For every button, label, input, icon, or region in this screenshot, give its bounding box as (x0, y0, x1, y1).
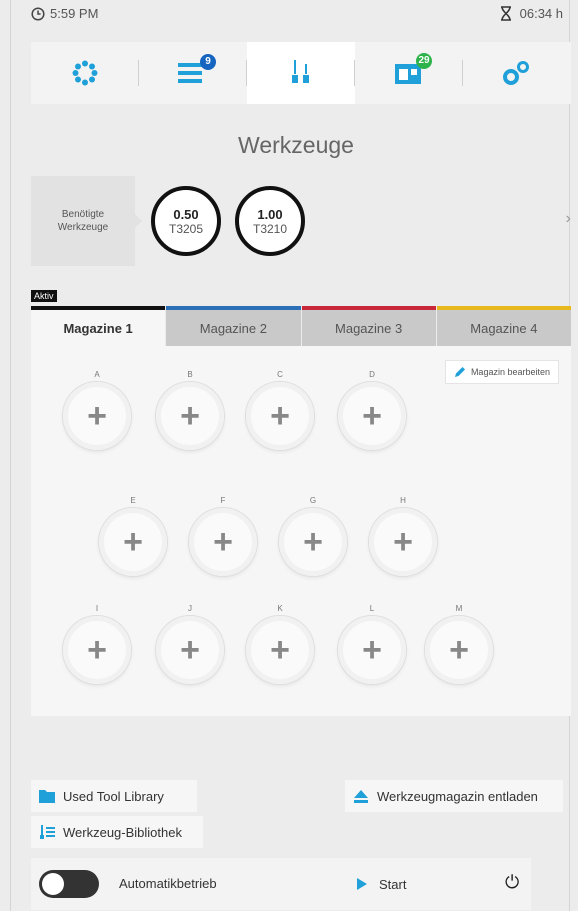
add-tool-button[interactable]: + (189, 508, 257, 576)
magazine-slot-g[interactable]: G + (279, 496, 347, 576)
tool-diameter: 1.00 (257, 206, 283, 222)
magazine-slot-e[interactable]: E + (99, 496, 167, 576)
tab-magazine-3[interactable]: Magazine 3 (301, 306, 436, 346)
power-icon[interactable]: ⏻ (505, 872, 519, 893)
add-tool-button[interactable]: + (338, 616, 406, 684)
used-tool-library-button[interactable]: Used Tool Library (31, 780, 197, 812)
needed-tools-strip: Benötigte Werkzeuge 0.50 T3205 1.00 T321… (31, 176, 571, 266)
tab-magazine-2[interactable]: Magazine 2 (166, 306, 301, 346)
add-tool-button[interactable]: + (279, 508, 347, 576)
magazine-slot-b[interactable]: B + (156, 370, 224, 450)
app-frame: 5:59 PM 06:34 h 9 29 Werkzeuge Benötigte… (10, 0, 571, 911)
gears-icon (503, 61, 529, 85)
auto-mode-toggle[interactable] (39, 870, 99, 898)
tools-icon (292, 60, 309, 83)
nav-tab-magazine[interactable]: 29 (355, 42, 463, 104)
magazine-slot-j[interactable]: J + (156, 604, 224, 684)
magazine-slot-h[interactable]: H + (369, 496, 437, 576)
remaining-time: 06:34 h (519, 6, 563, 21)
hourglass-icon (500, 6, 511, 21)
chevron-right-icon[interactable]: › (566, 210, 571, 228)
magazine-count-badge: 29 (416, 53, 432, 69)
eject-icon (354, 790, 368, 803)
tool-diameter: 0.50 (173, 206, 199, 222)
tool-id: T3210 (252, 221, 288, 236)
add-tool-button[interactable]: + (369, 508, 437, 576)
folder-icon (39, 790, 55, 803)
nav-tab-settings[interactable] (463, 42, 571, 104)
jobs-count-badge: 9 (200, 54, 216, 70)
magazine-slot-f[interactable]: F + (189, 496, 257, 576)
magazine-slot-i[interactable]: I + (63, 604, 131, 684)
magazine-slot-d[interactable]: D + (338, 370, 406, 450)
needed-tool-1[interactable]: 0.50 T3205 (151, 186, 221, 256)
magazine-slot-c[interactable]: C + (246, 370, 314, 450)
add-tool-button[interactable]: + (338, 382, 406, 450)
auto-mode-label: Automatikbetrieb (119, 876, 217, 891)
add-tool-button[interactable]: + (246, 616, 314, 684)
add-tool-button[interactable]: + (425, 616, 493, 684)
start-button[interactable]: Start (301, 858, 441, 910)
page-title: Werkzeuge (238, 132, 354, 158)
tab-magazine-1[interactable]: Magazine 1 (31, 306, 166, 346)
nav-tab-tools[interactable] (247, 42, 355, 104)
tool-library-icon (40, 825, 55, 839)
magazine-slot-a[interactable]: A + (63, 370, 131, 450)
toggle-knob (42, 873, 64, 895)
nav-tab-jobs[interactable]: 9 (139, 42, 247, 104)
magazine-panel: Magazin bearbeiten A + B + C + D + E + F… (31, 346, 571, 716)
footer-bar: Automatikbetrieb Start ⏻ (31, 858, 531, 910)
magazine-slot-k[interactable]: K + (246, 604, 314, 684)
tab-magazine-4[interactable]: Magazine 4 (436, 306, 571, 346)
main-navigation: 9 29 (31, 42, 571, 104)
clock-icon (31, 6, 45, 21)
needed-tools-label: Benötigte Werkzeuge (31, 176, 142, 266)
pencil-icon (454, 367, 465, 377)
needed-tool-2[interactable]: 1.00 T3210 (235, 186, 305, 256)
active-badge: Aktiv (31, 290, 57, 302)
magazine-slot-m[interactable]: M + (425, 604, 493, 684)
edit-magazine-button[interactable]: Magazin bearbeiten (444, 360, 559, 384)
add-tool-button[interactable]: + (246, 382, 314, 450)
add-tool-button[interactable]: + (99, 508, 167, 576)
status-bar: 5:59 PM 06:34 h (11, 6, 571, 28)
nav-tab-overview[interactable] (31, 42, 139, 104)
magazine-tabs: Magazine 1 Magazine 2 Magazine 3 Magazin… (31, 306, 571, 346)
add-tool-button[interactable]: + (63, 382, 131, 450)
magazine-slot-l[interactable]: L + (338, 604, 406, 684)
add-tool-button[interactable]: + (156, 616, 224, 684)
dots-ring-icon (72, 60, 98, 86)
current-time: 5:59 PM (50, 6, 99, 21)
play-icon (357, 878, 367, 890)
unload-magazine-button[interactable]: Werkzeugmagazin entladen (345, 780, 563, 812)
add-tool-button[interactable]: + (63, 616, 131, 684)
tool-id: T3205 (168, 221, 204, 236)
add-tool-button[interactable]: + (156, 382, 224, 450)
tool-library-button[interactable]: Werkzeug-Bibliothek (31, 816, 203, 848)
